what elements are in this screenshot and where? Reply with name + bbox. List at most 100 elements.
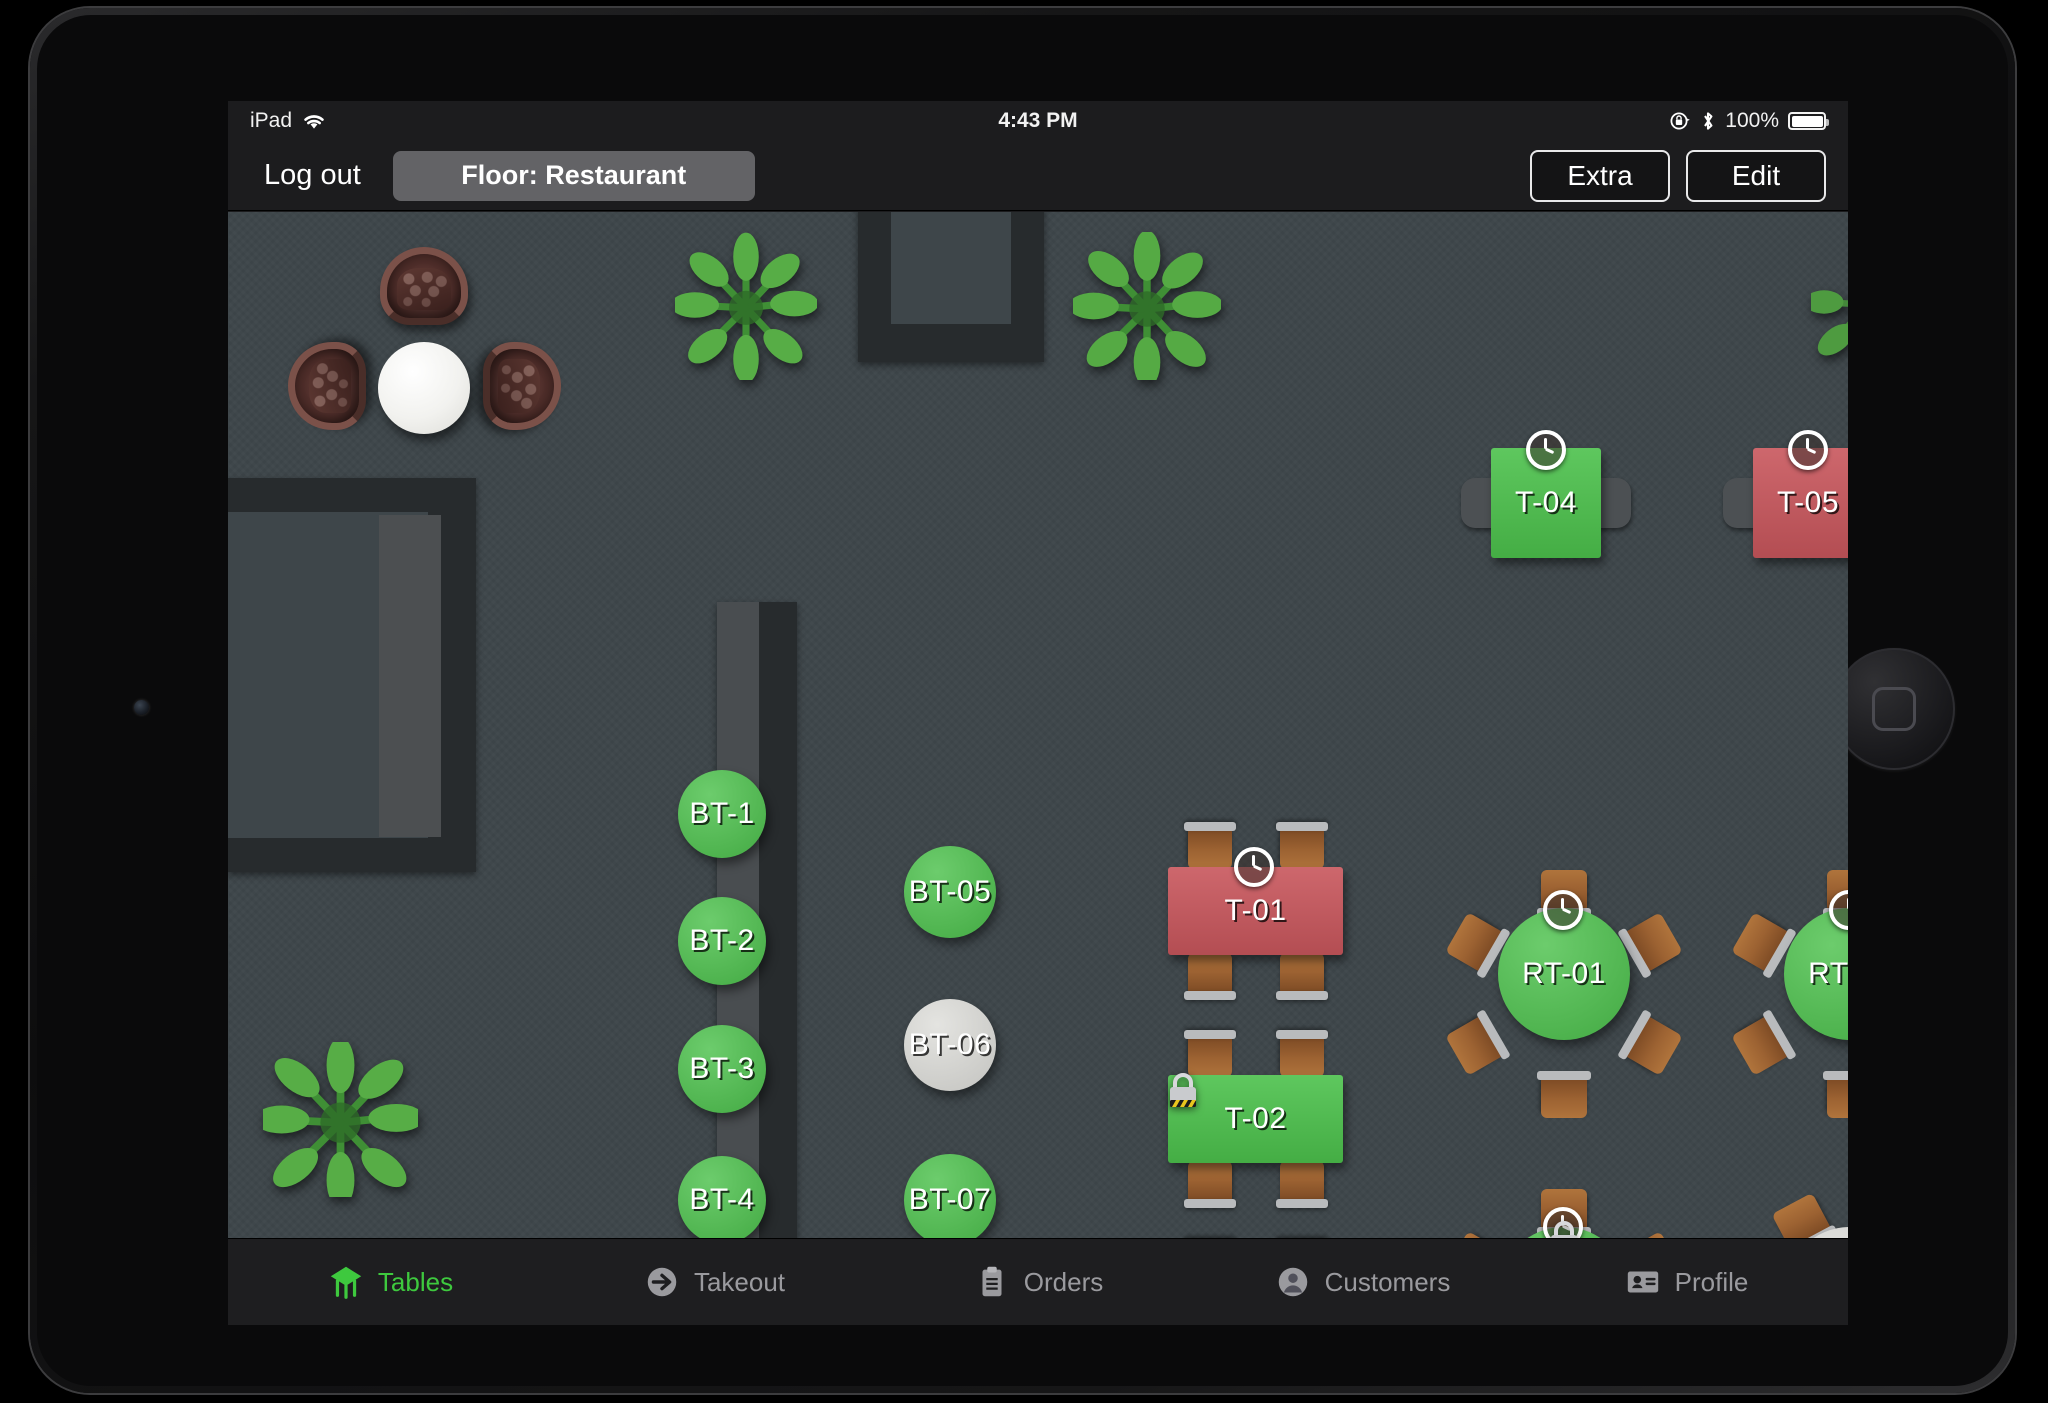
table-label: BT-3 xyxy=(689,1052,755,1085)
chair-top-right xyxy=(1280,1037,1324,1077)
table-BT-06[interactable]: BT-06 xyxy=(904,999,996,1091)
chair-sw xyxy=(1731,1016,1789,1076)
tab-customers[interactable]: Customers xyxy=(1200,1239,1524,1325)
chair-nw xyxy=(1445,1231,1503,1238)
plant-icon xyxy=(1811,234,1848,370)
tab-orders[interactable]: Orders xyxy=(876,1239,1200,1325)
table-BT-4[interactable]: BT-4 xyxy=(678,1156,766,1238)
table-T-02[interactable]: T-02 xyxy=(1168,1037,1343,1208)
edit-button[interactable]: Edit xyxy=(1686,149,1826,202)
tab-takeout[interactable]: Takeout xyxy=(552,1239,876,1325)
lock-badge-icon xyxy=(1551,1221,1577,1238)
bottom-tab-bar: Tables Takeout Orders Customers Profile xyxy=(228,1238,1848,1325)
table-RT-04[interactable]: RT-04 xyxy=(1771,1192,1848,1238)
table-RT-02[interactable]: RT-02 xyxy=(1731,870,1848,1118)
table-T-01[interactable]: T-01 xyxy=(1168,829,1343,1000)
clock-badge-icon xyxy=(1543,890,1583,930)
table-T-05[interactable]: T-05 xyxy=(1723,430,1848,558)
bar-counter xyxy=(379,515,441,837)
chair-ne xyxy=(1625,912,1683,972)
chair-bottom-left xyxy=(1184,1161,1236,1208)
table-label: BT-07 xyxy=(908,1183,992,1216)
chair-nw xyxy=(1731,912,1789,972)
tab-profile[interactable]: Profile xyxy=(1524,1239,1848,1325)
status-bar-right: 100% xyxy=(1669,109,1829,133)
device-name-label: iPad xyxy=(250,109,293,132)
extra-button[interactable]: Extra xyxy=(1530,149,1670,202)
logout-button[interactable]: Log out xyxy=(250,155,375,196)
chair-s xyxy=(1827,1078,1848,1118)
front-camera xyxy=(134,700,149,715)
table-BT-3[interactable]: BT-3 xyxy=(678,1025,766,1113)
floor-selector-button[interactable]: Floor: Restaurant xyxy=(392,150,755,201)
tab-label: Orders xyxy=(1023,1266,1104,1297)
chair-top-left xyxy=(1188,829,1232,869)
tab-label: Customers xyxy=(1324,1266,1451,1297)
table-label: BT-05 xyxy=(908,875,992,908)
plant-icon xyxy=(263,1042,418,1197)
tab-tables[interactable]: Tables xyxy=(228,1239,552,1325)
table-label: T-05 xyxy=(1776,486,1840,519)
chair-bottom-left xyxy=(1184,953,1236,1000)
lounge-round-table[interactable] xyxy=(378,342,470,434)
tab-label: Tables xyxy=(377,1266,454,1297)
chair-s xyxy=(1541,1078,1587,1118)
tab-label: Takeout xyxy=(693,1266,786,1297)
table-label: RT-01 xyxy=(1522,957,1606,990)
chair-nw xyxy=(1445,912,1503,972)
wall-partition-top-inner xyxy=(891,212,1011,324)
clock-badge-icon xyxy=(1234,847,1274,887)
orders-icon xyxy=(982,1266,1002,1297)
chair-bottom-right xyxy=(1276,953,1328,1000)
app-nav-bar: Log out Floor: Restaurant Extra Edit xyxy=(228,141,1848,211)
table-RT-03[interactable]: RT-03 xyxy=(1445,1189,1683,1238)
wifi-icon xyxy=(304,115,324,129)
lock-badge-icon xyxy=(1170,1073,1196,1107)
customers-icon xyxy=(1278,1267,1307,1297)
ios-status-bar: iPad 4:43 PM 100% xyxy=(228,101,1848,141)
plant-icon xyxy=(675,230,817,380)
nav-bar-actions: Extra Edit xyxy=(1530,149,1826,202)
ipad-device-frame: iPad 4:43 PM 100% Log out Floor: Restaur… xyxy=(30,8,2015,1393)
table-label: T-01 xyxy=(1224,894,1287,927)
chair-n xyxy=(1771,1192,1831,1238)
chair-ne xyxy=(1625,1231,1683,1238)
table-label: BT-4 xyxy=(689,1183,755,1216)
chair-top-right xyxy=(1280,829,1324,869)
table-label: T-02 xyxy=(1224,1102,1287,1135)
home-button[interactable] xyxy=(1833,648,1955,770)
battery-fill xyxy=(1791,115,1823,127)
table-RT-01[interactable]: RT-01 xyxy=(1445,870,1683,1118)
chair-bottom-right xyxy=(1276,1161,1328,1208)
chair-sw xyxy=(1445,1016,1503,1076)
clock-badge-icon xyxy=(1788,430,1828,470)
takeout-icon xyxy=(647,1267,677,1297)
table-top-RT-02[interactable]: RT-02 xyxy=(1784,908,1848,1040)
table-label: BT-2 xyxy=(689,924,755,957)
table-BT-2[interactable]: BT-2 xyxy=(678,897,766,985)
table-BT-05[interactable]: BT-05 xyxy=(904,846,996,938)
profile-icon xyxy=(1627,1271,1658,1293)
table-label: T-04 xyxy=(1514,486,1578,519)
tables-icon xyxy=(330,1266,362,1299)
lounge-armchair-right xyxy=(483,342,561,430)
bluetooth-icon xyxy=(1704,112,1713,130)
table-BT-07[interactable]: BT-07 xyxy=(904,1154,996,1238)
home-button-square-icon xyxy=(1872,687,1916,731)
plant-icon xyxy=(1073,232,1221,380)
floor-plan-canvas[interactable]: T-04 T-05 BT-1 BT-2 BT-3 BT-4 BT-05 BT-0… xyxy=(228,212,1848,1238)
ipad-screen: iPad 4:43 PM 100% Log out Floor: Restaur… xyxy=(228,101,1848,1325)
table-T-04[interactable]: T-04 xyxy=(1461,430,1631,558)
table-BT-1[interactable]: BT-1 xyxy=(678,770,766,858)
chair-se xyxy=(1625,1016,1683,1076)
lounge-armchair-top xyxy=(380,247,468,325)
table-label: BT-06 xyxy=(908,1028,992,1061)
battery-full-icon xyxy=(1788,112,1829,130)
clock-badge-icon xyxy=(1526,430,1566,470)
table-label: BT-1 xyxy=(689,797,755,830)
lounge-armchair-left xyxy=(288,342,366,430)
tab-label: Profile xyxy=(1674,1266,1749,1297)
rotation-lock-icon xyxy=(1670,112,1691,130)
battery-percent-label: 100% xyxy=(1725,109,1779,132)
table-label: RT-02 xyxy=(1808,957,1848,990)
